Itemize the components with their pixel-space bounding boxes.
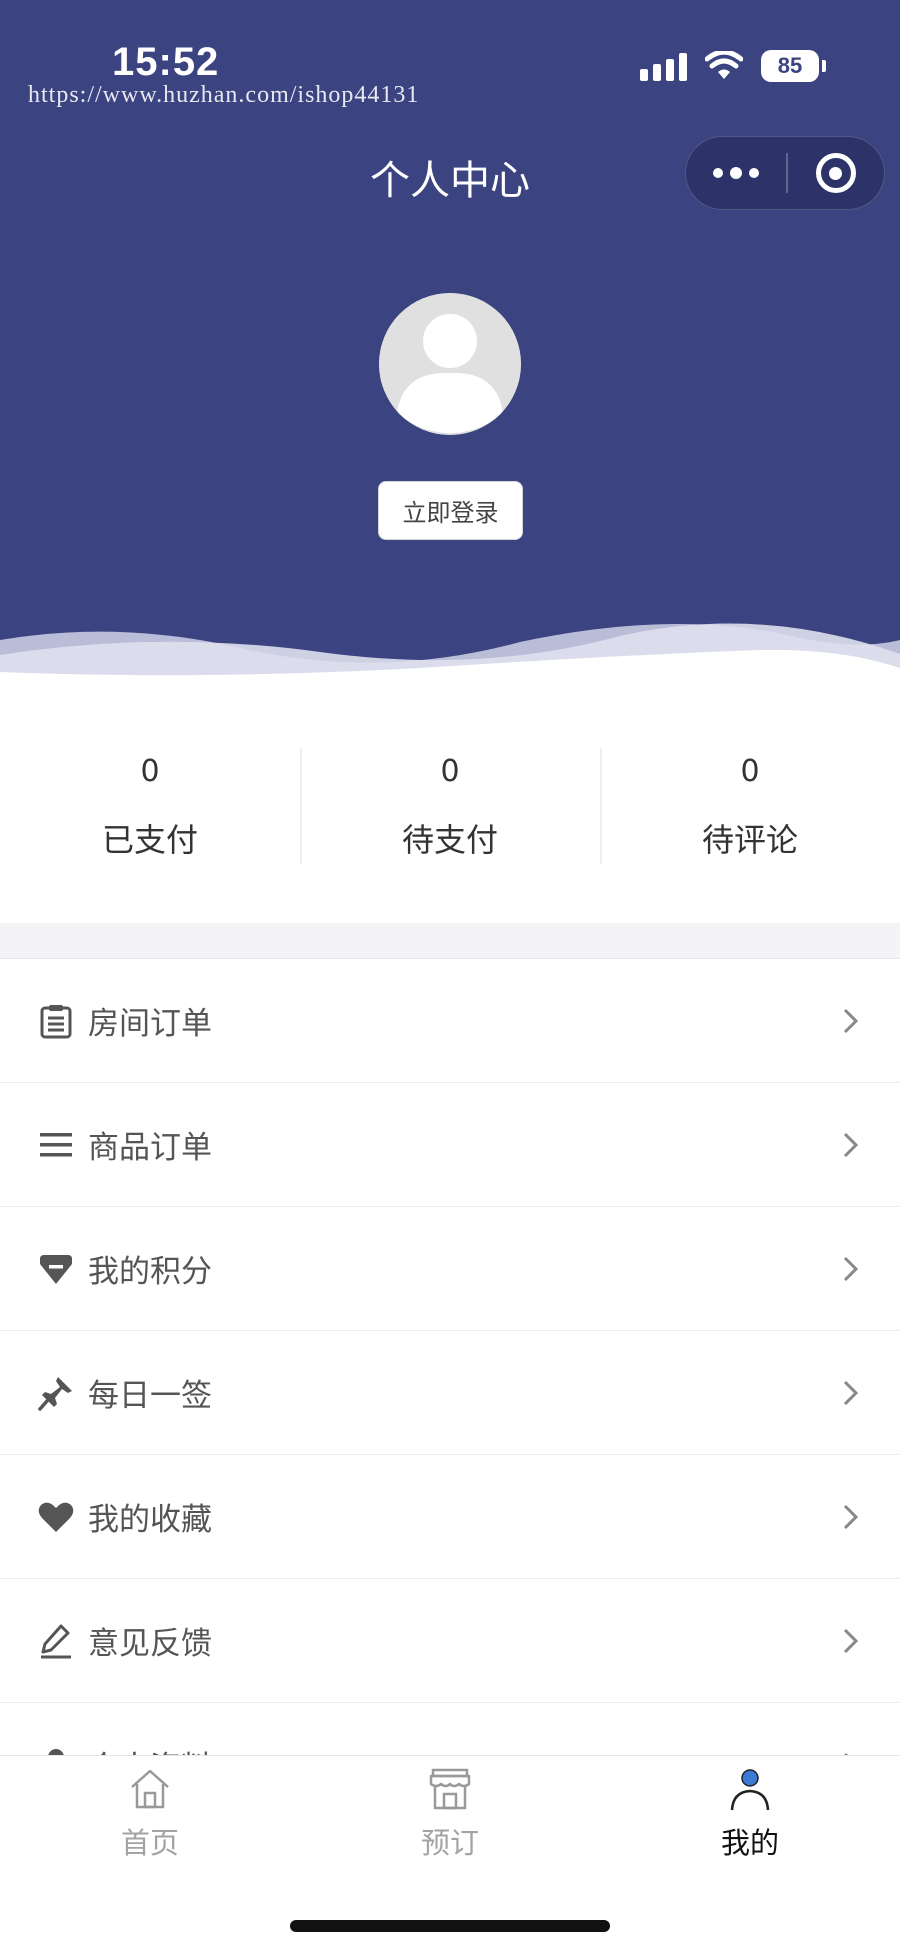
menu-item-label: 商品订单 [88, 1130, 212, 1166]
tab-home[interactable]: 首页 [70, 1766, 230, 1862]
tab-mine[interactable]: 我的 [670, 1766, 830, 1862]
menu-item-feedback[interactable]: 意见反馈 [0, 1579, 900, 1703]
user-icon [38, 1747, 74, 1755]
menu-item-room-orders[interactable]: 房间订单 [0, 959, 900, 1083]
status-time: 15:52 [112, 40, 220, 84]
pencil-icon [38, 1623, 74, 1659]
battery-level: 85 [761, 50, 819, 82]
stat-label: 已支付 [101, 821, 198, 859]
stat-pending-payment[interactable]: 0 待支付 [300, 720, 600, 920]
header-banner: 15:52 https://www.huzhan.com/ishop44131 … [0, 0, 900, 700]
close-button[interactable] [788, 153, 885, 193]
more-button[interactable] [686, 137, 786, 209]
chevron-right-icon [843, 1132, 859, 1157]
chevron-right-icon [843, 1504, 859, 1529]
menu-item-points[interactable]: 我的积分 [0, 1207, 900, 1331]
user-icon [730, 1769, 770, 1811]
menu-item-product-orders[interactable]: 商品订单 [0, 1083, 900, 1207]
tab-booking[interactable]: 预订 [370, 1766, 530, 1862]
menu-list: 房间订单 商品订单 我的积分 每日一签 我的收藏 意见反馈 [0, 959, 900, 1755]
battery-icon: 85 [761, 50, 826, 82]
signal-icon [640, 51, 687, 81]
order-stats: 0 已支付 0 待支付 0 待评论 [0, 720, 900, 920]
pin-icon [38, 1375, 74, 1411]
home-indicator[interactable] [290, 1920, 610, 1932]
menu-item-label: 每日一签 [88, 1378, 212, 1414]
tab-label: 首页 [120, 1826, 179, 1860]
avatar-placeholder-icon [379, 293, 521, 435]
stat-paid[interactable]: 0 已支付 [0, 720, 300, 920]
stat-value: 0 [440, 754, 460, 789]
menu-item-label: 个人资料 [88, 1742, 212, 1755]
avatar[interactable] [379, 293, 521, 435]
section-divider [0, 923, 900, 959]
menu-item-label: 我的积分 [88, 1254, 212, 1290]
menu-item-label: 我的收藏 [88, 1502, 212, 1538]
menu-item-label: 房间订单 [88, 1006, 212, 1042]
chevron-right-icon [843, 1256, 859, 1281]
stat-value: 0 [740, 754, 760, 789]
menu-item-favorites[interactable]: 我的收藏 [0, 1455, 900, 1579]
stat-pending-review[interactable]: 0 待评论 [600, 720, 900, 920]
menu-item-daily-checkin[interactable]: 每日一签 [0, 1331, 900, 1455]
stat-label: 待支付 [401, 821, 498, 859]
tab-label: 我的 [720, 1826, 779, 1860]
status-icons: 85 [640, 50, 826, 82]
chevron-right-icon [843, 1008, 859, 1033]
watermark-url: https://www.huzhan.com/ishop44131 [28, 82, 420, 108]
stat-label: 待评论 [701, 821, 798, 859]
menu-item-label: 意见反馈 [88, 1626, 212, 1662]
stat-value: 0 [140, 754, 160, 789]
store-icon [429, 1768, 471, 1810]
target-icon [815, 153, 856, 193]
wave-decoration [0, 623, 900, 700]
tab-label: 预订 [420, 1826, 479, 1860]
login-button[interactable]: 立即登录 [378, 481, 523, 540]
clipboard-icon [38, 1003, 74, 1039]
menu-item-profile[interactable]: 个人资料 [0, 1703, 900, 1755]
wifi-icon [705, 51, 743, 79]
mini-program-capsule [685, 136, 885, 210]
chevron-right-icon [843, 1380, 859, 1405]
home-icon [131, 1769, 169, 1809]
list-icon [38, 1127, 74, 1163]
heart-icon [38, 1499, 74, 1535]
chevron-right-icon [843, 1628, 859, 1653]
diamond-icon [38, 1251, 74, 1287]
